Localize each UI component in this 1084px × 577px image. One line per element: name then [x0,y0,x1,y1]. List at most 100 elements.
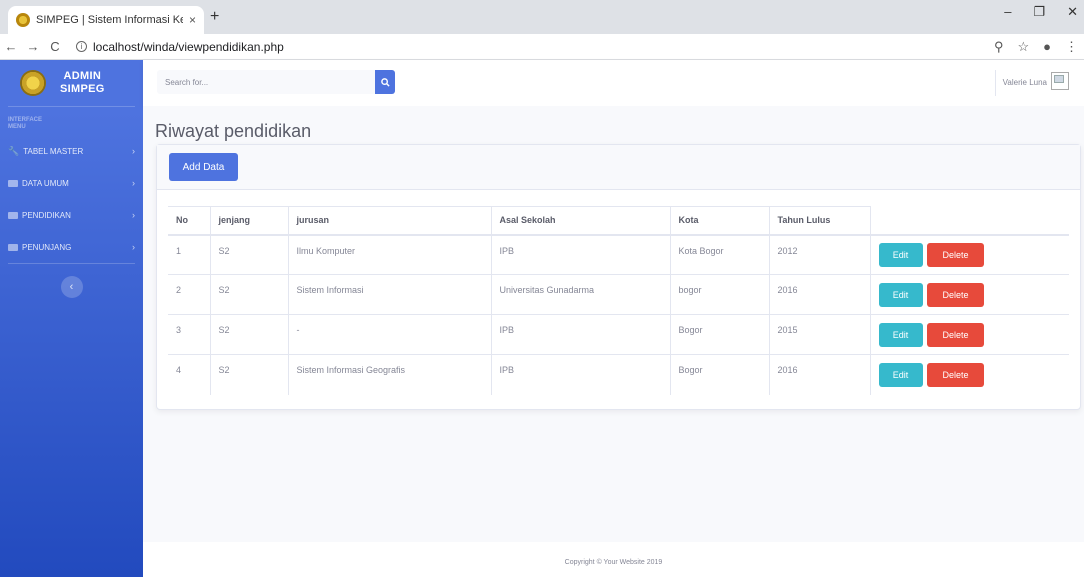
sidebar-item-label: TABEL MASTER [23,146,84,156]
brand-logo-icon [20,70,46,96]
sidebar: ADMIN SIMPEG INTERFACE MENU 🔧 TABEL MAST… [0,60,143,577]
column-header-jenjang: jenjang [209,206,288,236]
avatar[interactable] [1051,72,1069,90]
card-header: Add Data [157,145,1080,190]
sidebar-heading: INTERFACE MENU [0,107,143,135]
cell-actions: Edit Delete [869,234,1069,275]
search-input[interactable] [157,70,375,94]
chevron-right-icon: › [132,242,135,252]
edit-button[interactable]: Edit [878,282,923,307]
info-icon[interactable]: i [76,41,87,52]
minimize-icon[interactable]: – [1004,4,1011,20]
cell-jenjang: S2 [209,314,288,355]
back-icon[interactable]: ← [0,39,22,54]
cell-actions: Edit Delete [869,314,1069,355]
new-tab-button[interactable]: + [210,8,219,26]
url-field[interactable]: i localhost/winda/viewpendidikan.php [76,40,284,54]
folder-icon [8,243,18,251]
topbar-divider [995,70,996,96]
education-table: No jenjang jurusan Asal Sekolah Kota Tah… [168,206,1069,395]
tab-title: SIMPEG | Sistem Informasi Kepeg [36,14,183,26]
cell-actions: Edit Delete [869,354,1069,395]
main-content: Riwayat pendidikan Add Data No jenjang j… [143,106,1084,542]
zoom-icon[interactable]: ⚲ [994,39,1004,55]
column-header-jurusan: jurusan [287,206,491,236]
cell-asal-sekolah: IPB [490,314,670,355]
add-data-button[interactable]: Add Data [169,153,238,181]
sidebar-item-tabel-master[interactable]: 🔧 TABEL MASTER › [0,135,143,167]
user-name[interactable]: Valerie Luna [1003,78,1047,87]
cell-tahun-lulus: 2012 [768,234,870,275]
window-controls: – ❐ ✕ [1004,4,1078,20]
cell-kota: Kota Bogor [669,234,769,275]
brand-text: ADMIN SIMPEG [60,70,105,96]
cell-tahun-lulus: 2016 [768,354,870,395]
cell-tahun-lulus: 2015 [768,314,870,355]
sidebar-item-penunjang[interactable]: PENUNJANG › [0,231,143,263]
cell-asal-sekolah: IPB [490,354,670,395]
brand-line-1: ADMIN [63,70,102,82]
bookmark-star-icon[interactable]: ☆ [1017,39,1029,55]
sidebar-divider [8,263,135,264]
search-button[interactable] [375,70,395,94]
cell-asal-sekolah: Universitas Gunadarma [490,274,670,315]
sidebar-item-pendidikan[interactable]: PENDIDIKAN › [0,199,143,231]
browser-menu-icon[interactable]: ⋮ [1065,39,1078,55]
chevron-right-icon: › [132,210,135,220]
cell-jurusan: - [287,314,491,355]
profile-icon[interactable]: ● [1043,39,1051,55]
forward-icon[interactable]: → [22,39,44,54]
column-header-asal-sekolah: Asal Sekolah [490,206,670,236]
column-header-kota: Kota [669,206,769,236]
table-row: 2 S2 Sistem Informasi Universitas Gunada… [168,274,1069,315]
search-form [157,70,395,94]
folder-icon [8,211,18,219]
table-header-row: No jenjang jurusan Asal Sekolah Kota Tah… [168,206,1069,236]
browser-tab[interactable]: SIMPEG | Sistem Informasi Kepeg × [8,6,204,34]
cell-kota: bogor [669,274,769,315]
sidebar-heading-line-1: INTERFACE [8,117,43,123]
cell-no: 4 [176,365,182,375]
table-row: 3 S2 - IPB Bogor 2015 Edit Delete [168,314,1069,355]
brand-line-2: SIMPEG [60,83,105,95]
sidebar-toggle-button[interactable]: ‹ [60,276,83,298]
table-row: 1 S2 Ilmu Komputer IPB Kota Bogor 2012 E… [168,234,1069,275]
cell-asal-sekolah: IPB [490,234,670,275]
data-card: Add Data No jenjang jurusan Asal Sekolah… [156,144,1081,410]
chevron-right-icon: › [132,178,135,188]
table-row: 4 S2 Sistem Informasi Geografis IPB Bogo… [168,354,1069,395]
cell-jenjang: S2 [209,274,288,315]
column-header-tahun-lulus: Tahun Lulus [768,206,870,236]
topbar: Valerie Luna [143,60,1084,106]
cell-no: 1 [168,234,210,275]
delete-button[interactable]: Delete [927,242,985,267]
restore-icon[interactable]: ❐ [1033,4,1045,20]
edit-button[interactable]: Edit [878,362,923,387]
sidebar-item-label: PENUNJANG [22,242,72,252]
cell-jenjang: S2 [209,354,288,395]
edit-button[interactable]: Edit [878,242,923,267]
sidebar-item-data-umum[interactable]: DATA UMUM › [0,167,143,199]
folder-icon [8,179,18,187]
cell-kota: Bogor [669,354,769,395]
cell-no: 2 [168,274,210,315]
edit-button[interactable]: Edit [878,322,923,347]
cell-kota: Bogor [669,314,769,355]
cell-jurusan: Ilmu Komputer [287,234,491,275]
close-window-icon[interactable]: ✕ [1067,4,1078,20]
cell-jurusan: Sistem Informasi [287,274,491,315]
delete-button[interactable]: Delete [927,322,985,347]
url-text[interactable]: localhost/winda/viewpendidikan.php [93,40,284,54]
address-bar-actions: ⚲ ☆ ● ⋮ [994,39,1078,55]
tab-close-icon[interactable]: × [189,13,196,27]
browser-tab-bar: SIMPEG | Sistem Informasi Kepeg × + – ❐ … [0,0,1084,34]
delete-button[interactable]: Delete [927,282,985,307]
sidebar-brand[interactable]: ADMIN SIMPEG [0,60,143,106]
search-icon [380,77,390,87]
column-header-actions [869,206,1069,236]
reload-icon[interactable]: C [44,39,66,54]
chevron-right-icon: › [132,146,135,156]
copyright-text: Copyright © Your Website 2019 [564,559,663,566]
cell-tahun-lulus: 2016 [768,274,870,315]
delete-button[interactable]: Delete [927,362,985,387]
